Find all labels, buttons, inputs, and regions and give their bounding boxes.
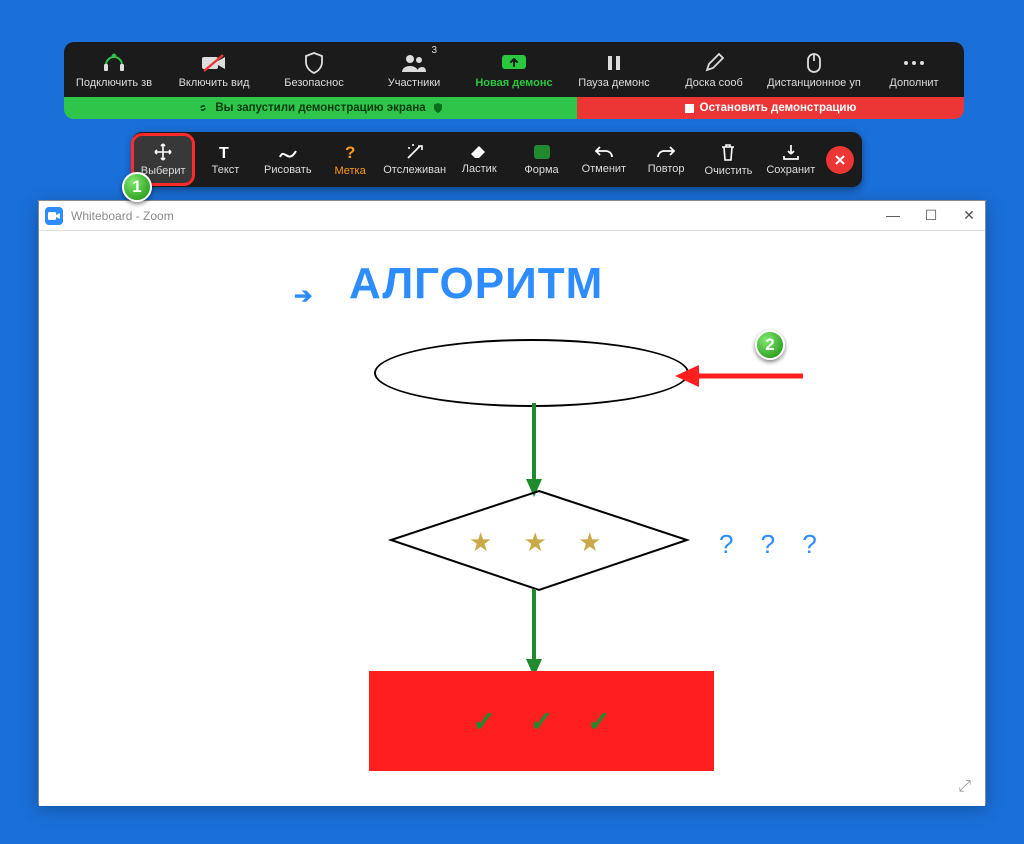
redo-button[interactable]: Повтор: [637, 136, 695, 183]
flowchart-arrow-1: [524, 403, 544, 497]
close-window-button[interactable]: ✕: [959, 207, 979, 224]
minimize-button[interactable]: —: [883, 207, 903, 224]
callout-arrow-2: [675, 361, 805, 391]
window-titlebar: Whiteboard - Zoom — ☐ ✕: [39, 201, 985, 231]
remote-control-label: Дистанционное уп: [767, 77, 861, 89]
save-button[interactable]: Сохранит: [762, 136, 820, 183]
share-screen-icon: [500, 51, 528, 75]
eraser-tool-button[interactable]: Ластик: [450, 136, 508, 183]
join-audio-label: Подключить зв: [76, 77, 152, 89]
participants-icon: 3: [401, 51, 427, 75]
undo-label: Отменит: [582, 163, 627, 175]
flowchart-arrow-2: [524, 589, 544, 677]
clear-label: Очистить: [705, 165, 753, 177]
save-label: Сохранит: [766, 164, 815, 176]
spotlight-tool-button[interactable]: Отслеживан: [383, 136, 446, 183]
window-title: Whiteboard - Zoom: [71, 209, 174, 223]
stop-icon: [685, 104, 694, 113]
question-marks: ? ? ?: [719, 529, 827, 560]
sharing-status-text: Вы запустили демонстрацию экрана: [215, 102, 425, 114]
remote-control-button[interactable]: Дистанционное уп: [764, 42, 864, 97]
whiteboard-title: АЛГОРИТМ: [349, 259, 603, 309]
participants-label: Участники: [388, 77, 441, 89]
flowchart-terminator[interactable]: [374, 339, 689, 407]
zoom-logo-icon: [45, 207, 63, 225]
participants-button[interactable]: 3 Участники: [364, 42, 464, 97]
move-icon: [153, 142, 173, 162]
select-tool-label: Выберит: [141, 165, 186, 177]
redo-icon: [656, 144, 676, 160]
redo-label: Повтор: [648, 163, 685, 175]
decision-stars: ★ ★ ★: [469, 527, 613, 558]
whiteboard-canvas[interactable]: ➔ АЛГОРИТМ ★ ★ ★ ? ? ? ✓ ✓ ✓ ⤢: [39, 231, 985, 806]
text-tool-label: Текст: [212, 164, 240, 176]
check-icon: ✓: [587, 705, 610, 738]
trash-icon: [719, 142, 737, 162]
flowchart-process[interactable]: ✓ ✓ ✓: [369, 671, 714, 771]
svg-text:T: T: [219, 145, 229, 161]
more-label: Дополнит: [889, 77, 938, 89]
headphones-icon: [102, 51, 126, 75]
shield-icon: [304, 51, 324, 75]
stamp-tool-label: Метка: [334, 165, 365, 177]
close-annotation-button[interactable]: [826, 146, 854, 174]
link-icon: [197, 102, 209, 114]
window-controls: — ☐ ✕: [883, 207, 979, 224]
maximize-button[interactable]: ☐: [921, 207, 941, 224]
stop-share-label: Остановить демонстрацию: [700, 102, 857, 114]
clear-button[interactable]: Очистить: [699, 136, 757, 183]
pause-icon: [605, 51, 623, 75]
svg-text:?: ?: [345, 143, 355, 162]
zoom-main-toolbar: Подключить зв Включить вид Безопаснос 3 …: [64, 42, 964, 97]
expand-icon[interactable]: ⤢: [958, 778, 971, 796]
eraser-icon: [469, 144, 489, 160]
wand-icon: [405, 143, 425, 161]
participants-count: 3: [431, 45, 437, 56]
more-icon: [902, 51, 926, 75]
share-status-bar: Вы запустили демонстрацию экрана Останов…: [64, 97, 964, 119]
undo-icon: [594, 144, 614, 160]
check-icon: ✓: [472, 705, 495, 738]
start-video-label: Включить вид: [179, 77, 250, 89]
video-off-icon: [201, 51, 227, 75]
step-badge-2: 2: [755, 330, 785, 360]
step-badge-1: 1: [122, 172, 152, 202]
join-audio-button[interactable]: Подключить зв: [64, 42, 164, 97]
security-button[interactable]: Безопаснос: [264, 42, 364, 97]
question-icon: ?: [342, 142, 358, 162]
pause-share-label: Пауза демонс: [578, 77, 649, 89]
stamp-tool-button[interactable]: ? Метка: [321, 136, 379, 183]
text-tool-button[interactable]: T Текст: [196, 136, 254, 183]
spotlight-tool-label: Отслеживан: [383, 164, 446, 176]
draw-tool-label: Рисовать: [264, 164, 312, 176]
format-tool-label: Форма: [524, 164, 558, 176]
undo-button[interactable]: Отменит: [575, 136, 633, 183]
check-icon: ✓: [530, 705, 553, 738]
mouse-icon: [806, 51, 822, 75]
pencil-icon: [704, 51, 724, 75]
draw-icon: [278, 143, 298, 161]
new-share-button[interactable]: Новая демонс: [464, 42, 564, 97]
pause-share-button[interactable]: Пауза демонс: [564, 42, 664, 97]
save-icon: [781, 143, 801, 161]
whiteboard-button[interactable]: Доска сооб: [664, 42, 764, 97]
text-icon: T: [216, 143, 234, 161]
security-label: Безопаснос: [284, 77, 343, 89]
eraser-tool-label: Ластик: [462, 163, 497, 175]
more-button[interactable]: Дополнит: [864, 42, 964, 97]
stop-share-button[interactable]: Остановить демонстрацию: [577, 97, 964, 119]
sharing-status: Вы запустили демонстрацию экрана: [64, 97, 577, 119]
annotation-toolbar: Выберит T Текст Рисовать ? Метка Отслежи…: [132, 132, 862, 187]
shield-check-icon: [432, 102, 444, 114]
close-icon: [834, 154, 846, 166]
whiteboard-window: Whiteboard - Zoom — ☐ ✕ ➔ АЛГОРИТМ ★ ★ ★…: [38, 200, 986, 805]
start-video-button[interactable]: Включить вид: [164, 42, 264, 97]
new-share-label: Новая демонс: [475, 77, 552, 89]
title-arrow-icon: ➔: [294, 283, 312, 309]
format-tool-button[interactable]: Форма: [512, 136, 570, 183]
draw-tool-button[interactable]: Рисовать: [259, 136, 317, 183]
whiteboard-label: Доска сооб: [685, 77, 743, 89]
format-icon: [532, 143, 552, 161]
